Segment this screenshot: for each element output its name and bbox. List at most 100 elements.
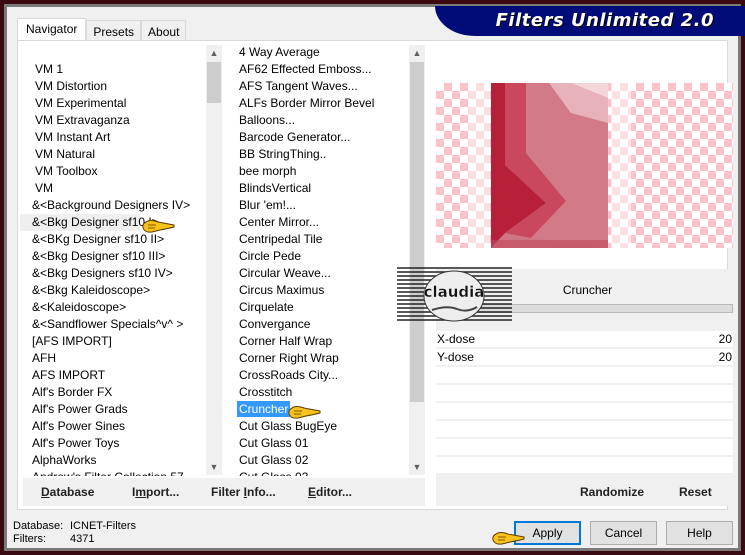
scroll-up-icon[interactable]: ▲	[409, 45, 425, 61]
filter-item[interactable]: Balloons...	[225, 112, 403, 129]
category-item[interactable]: AlphaWorks	[20, 452, 206, 469]
filter-item[interactable]: Circular Weave...	[225, 265, 403, 282]
title-banner: Filters Unlimited 2.0	[435, 6, 745, 36]
category-item-label: Alf's Power Toys	[32, 436, 120, 450]
filter-scrollbar[interactable]: ▲ ▼	[409, 45, 425, 475]
filter-item-label: Crosstitch	[239, 385, 293, 399]
filters-label: Filters:	[13, 533, 46, 545]
scrollbar-thumb[interactable]	[207, 62, 221, 103]
tab-about[interactable]: About	[141, 20, 187, 40]
filter-item[interactable]: Barcode Generator...	[225, 129, 403, 146]
pointing-hand-icon	[288, 406, 321, 419]
filter-item-label: Centripedal Tile	[239, 232, 323, 246]
scroll-down-icon[interactable]: ▼	[206, 459, 222, 475]
tab-presets[interactable]: Presets	[86, 20, 142, 40]
database-value: ICNET-Filters	[70, 520, 136, 532]
param-value[interactable]: 20	[719, 331, 732, 347]
param-row-empty	[436, 403, 733, 421]
filter-item[interactable]: Corner Right Wrap	[225, 350, 403, 367]
filter-item-label: 4 Way Average	[239, 45, 320, 59]
pointing-hand-icon	[142, 220, 175, 233]
category-item[interactable]: VM Distortion	[20, 78, 206, 95]
category-item[interactable]: VM Experimental	[20, 95, 206, 112]
filter-item[interactable]: 4 Way Average	[225, 44, 403, 61]
filter-item[interactable]: ALFs Border Mirror Bevel	[225, 95, 403, 112]
category-item[interactable]: &<Sandflower Specials^v^ >	[20, 316, 206, 333]
cancel-button[interactable]: Cancel	[590, 521, 657, 545]
category-item[interactable]: VM Instant Art	[20, 129, 206, 146]
category-item[interactable]: &<BKg Designer sf10 II>	[20, 231, 206, 248]
category-item-label: AlphaWorks	[32, 453, 97, 467]
preview-shade	[468, 83, 490, 248]
filter-item[interactable]: Circus Maximus	[225, 282, 403, 299]
category-item[interactable]: [AFS IMPORT]	[20, 333, 206, 350]
filter-item-label: Cruncher	[237, 401, 291, 417]
reset-button[interactable]: Reset	[679, 485, 712, 499]
navigator-toolbar: Database Import... Filter Info... Editor…	[23, 478, 425, 506]
category-item-label: [AFS IMPORT]	[32, 334, 112, 348]
filter-item-label: Cirquelate	[239, 300, 294, 314]
category-item[interactable]: &<Bkg Designers sf10 IV>	[20, 265, 206, 282]
randomize-button[interactable]: Randomize	[580, 485, 644, 499]
tab-navigator[interactable]: Navigator	[17, 18, 87, 40]
category-item[interactable]: VM	[20, 180, 206, 197]
category-item-label: Andrew's Filter Collection 57	[32, 470, 184, 476]
param-value[interactable]: 20	[719, 349, 732, 365]
filter-item[interactable]: BlindsVertical	[225, 180, 403, 197]
filter-item[interactable]: Crosstitch	[225, 384, 403, 401]
category-item[interactable]: &<Bkg Designer sf10 III>	[20, 248, 206, 265]
category-item-label: VM Instant Art	[35, 130, 111, 144]
editor-button[interactable]: Editor...	[308, 485, 352, 499]
filter-item[interactable]: Cut Glass 01	[225, 435, 403, 452]
category-item[interactable]: Alf's Border FX	[20, 384, 206, 401]
category-item[interactable]: AFS IMPORT	[20, 367, 206, 384]
category-item-label: VM	[35, 181, 53, 195]
filter-item[interactable]: AFS Tangent Waves...	[225, 78, 403, 95]
filter-item[interactable]: Circle Pede	[225, 248, 403, 265]
category-item-label: &<Bkg Kaleidoscope>	[32, 283, 151, 297]
param-row-x-dose[interactable]: X-dose 20	[436, 331, 733, 349]
param-row-empty	[436, 439, 733, 457]
filter-info-button[interactable]: Filter Info...	[211, 485, 276, 499]
category-item[interactable]: &<Bkg Designer sf10 I>	[20, 214, 159, 231]
filter-item[interactable]: Corner Half Wrap	[225, 333, 403, 350]
category-item[interactable]: &<Bkg Kaleidoscope>	[20, 282, 206, 299]
category-item[interactable]: &<Kaleidoscope>	[20, 299, 206, 316]
filter-item[interactable]: BB StringThing..	[225, 146, 403, 163]
filter-item[interactable]: Cirquelate	[225, 299, 403, 316]
category-item[interactable]: VM Extravaganza	[20, 112, 206, 129]
help-button[interactable]: Help	[666, 521, 733, 545]
category-item[interactable]: Alf's Power Grads	[20, 401, 206, 418]
category-item[interactable]: Alf's Power Sines	[20, 418, 206, 435]
scrollbar-thumb[interactable]	[410, 62, 424, 402]
filter-item[interactable]: bee morph	[225, 163, 403, 180]
filter-item-label: Cut Glass 02	[239, 453, 309, 467]
filter-item[interactable]: AF62 Effected Emboss...	[225, 61, 403, 78]
import-button[interactable]: Import...	[132, 485, 179, 499]
filter-item[interactable]: Blur 'em!...	[225, 197, 403, 214]
category-list[interactable]: VM 1 VM Distortion VM Experimental VM Extra…	[20, 43, 206, 476]
category-item[interactable]: AFH	[20, 350, 206, 367]
filter-item[interactable]: Cut Glass BugEye	[225, 418, 403, 435]
category-item[interactable]: VM Natural	[20, 146, 206, 163]
category-item[interactable]: &<Background Designers IV>	[20, 197, 206, 214]
filter-item[interactable]: Cut Glass 03	[225, 469, 403, 476]
filter-item[interactable]: Center Mirror...	[225, 214, 403, 231]
filter-item[interactable]: Convergance	[225, 316, 403, 333]
filter-item[interactable]: Cut Glass 02	[225, 452, 403, 469]
scroll-down-icon[interactable]: ▼	[409, 459, 425, 475]
filter-item[interactable]: CrossRoads City...	[225, 367, 403, 384]
filter-item-label: Barcode Generator...	[239, 130, 351, 144]
filter-item-label: Cut Glass 01	[239, 436, 309, 450]
category-item[interactable]: Alf's Power Toys	[20, 435, 206, 452]
scroll-up-icon[interactable]: ▲	[206, 45, 222, 61]
category-item[interactable]: Andrew's Filter Collection 57	[20, 469, 206, 476]
database-button[interactable]: Database	[41, 485, 94, 499]
filter-item-label: ALFs Border Mirror Bevel	[239, 96, 375, 110]
filter-item[interactable]: Centripedal Tile	[225, 231, 403, 248]
category-item[interactable]: VM Toolbox	[20, 163, 206, 180]
category-item[interactable]: VM 1	[20, 61, 206, 78]
category-scrollbar[interactable]: ▲ ▼	[206, 45, 222, 475]
parameter-list: X-dose 20 Y-dose 20	[436, 331, 733, 475]
param-row-y-dose[interactable]: Y-dose 20	[436, 349, 733, 367]
